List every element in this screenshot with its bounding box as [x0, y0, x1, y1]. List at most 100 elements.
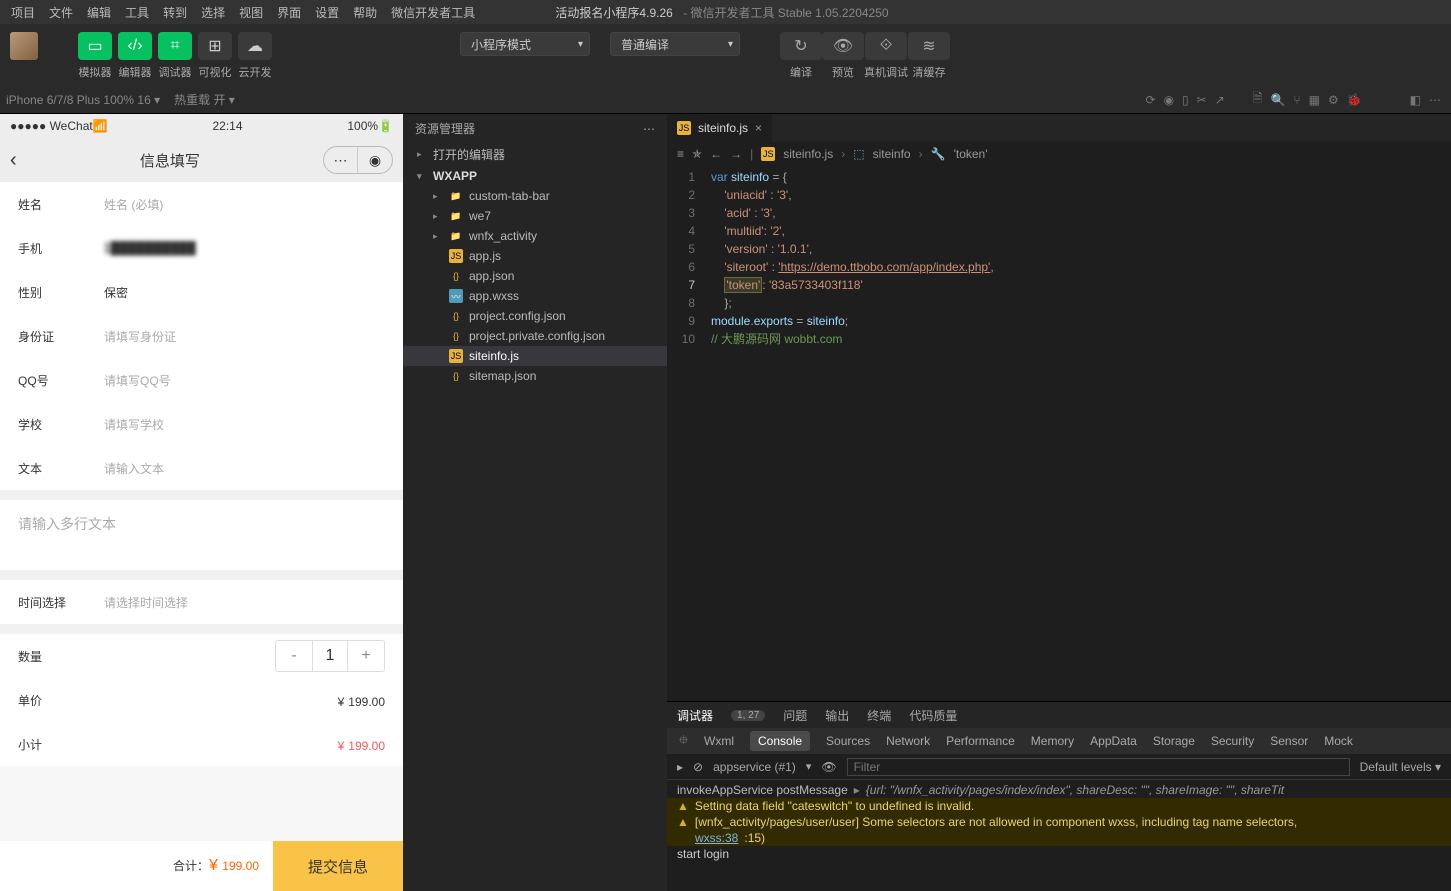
more-icon[interactable]: ⋯	[1429, 93, 1441, 107]
search-icon[interactable]: 🔍	[1270, 93, 1285, 107]
quantity-stepper[interactable]: -1+	[275, 640, 385, 672]
detach-icon[interactable]: ↗	[1215, 93, 1225, 107]
file-item[interactable]: {}sitemap.json	[403, 366, 667, 386]
device-icon[interactable]: ▯	[1182, 93, 1189, 107]
refresh-icon[interactable]: ⟳	[1146, 93, 1156, 107]
crumb[interactable]: 'token'	[954, 147, 988, 161]
tab-mock[interactable]: Mock	[1324, 734, 1353, 748]
field-text[interactable]: 文本请输入文本	[0, 446, 403, 490]
crumb[interactable]: siteinfo	[873, 147, 911, 161]
menu-item[interactable]: 工具	[118, 4, 156, 21]
tab-problems[interactable]: 问题	[783, 707, 807, 724]
levels-select[interactable]: Default levels ▾	[1360, 760, 1441, 774]
field-qq[interactable]: QQ号请填写QQ号	[0, 358, 403, 402]
close-tab-icon[interactable]: ×	[755, 121, 762, 135]
nav-fwd-icon[interactable]: →	[730, 147, 742, 161]
bug-icon[interactable]: 🐞	[1347, 93, 1362, 107]
menu-item[interactable]: 视图	[232, 4, 270, 21]
code-content[interactable]: var siteinfo = { 'uniacid' : '3', 'acid'…	[711, 166, 1451, 701]
editor-button[interactable]: ‹/›编辑器	[118, 32, 152, 80]
bookmark-icon[interactable]: ✯	[692, 147, 702, 161]
file-item[interactable]: {}project.private.config.json	[403, 326, 667, 346]
tab-storage[interactable]: Storage	[1153, 734, 1195, 748]
tab-quality[interactable]: 代码质量	[909, 707, 957, 724]
device-select[interactable]: iPhone 6/7/8 Plus 100% 16 ▾	[6, 93, 160, 107]
clear-icon[interactable]: ⊘	[693, 760, 703, 774]
debugger-button[interactable]: ⌗调试器	[158, 32, 192, 80]
record-icon[interactable]: ◉	[1164, 93, 1174, 107]
field-time[interactable]: 时间选择请选择时间选择	[0, 580, 403, 624]
tab-wxml[interactable]: Wxml	[704, 734, 734, 748]
mode-select[interactable]: 小程序模式	[460, 32, 590, 56]
code-editor[interactable]: 12345678910 var siteinfo = { 'uniacid' :…	[667, 166, 1451, 701]
tool-icon[interactable]: ⚙	[1328, 93, 1339, 107]
tab-memory[interactable]: Memory	[1031, 734, 1074, 748]
field-name[interactable]: 姓名姓名 (必填)	[0, 182, 403, 226]
file-item[interactable]: {}project.config.json	[403, 306, 667, 326]
split-icon[interactable]: ◧	[1410, 93, 1421, 107]
simulator-button[interactable]: ▭模拟器	[78, 32, 112, 80]
nav-back-icon[interactable]: ←	[710, 147, 722, 161]
list-icon[interactable]: ≡	[677, 147, 684, 161]
cloud-button[interactable]: ☁云开发	[238, 32, 272, 80]
file-item[interactable]: JSapp.js	[403, 246, 667, 266]
menu-item[interactable]: 项目	[4, 4, 42, 21]
ext-icon[interactable]: ▦	[1309, 93, 1320, 107]
menu-item[interactable]: 微信开发者工具	[384, 4, 482, 21]
folder-item[interactable]: ▸📁custom-tab-bar	[403, 186, 667, 206]
real-debug-button[interactable]: ⟐真机调试	[864, 32, 908, 80]
crumb[interactable]: siteinfo.js	[783, 147, 833, 161]
tab-debugger[interactable]: 调试器	[677, 707, 713, 724]
capsule-button[interactable]: ⋯◉	[323, 146, 393, 174]
clear-cache-button[interactable]: ≋清缓存	[908, 32, 950, 80]
plus-button[interactable]: +	[348, 641, 384, 671]
file-item-selected[interactable]: JSsiteinfo.js	[403, 346, 667, 366]
tab-sensor[interactable]: Sensor	[1270, 734, 1308, 748]
field-school[interactable]: 学校请填写学校	[0, 402, 403, 446]
play-icon[interactable]: ▸	[677, 760, 683, 774]
project-root[interactable]: ▾WXAPP	[403, 166, 667, 186]
menu-item[interactable]: 选择	[194, 4, 232, 21]
visual-button[interactable]: ⊞可视化	[198, 32, 232, 80]
close-icon[interactable]: ◉	[358, 147, 392, 173]
field-multiline[interactable]: 请输入多行文本	[0, 500, 403, 570]
eye-icon[interactable]: 👁	[821, 760, 836, 774]
tab-output[interactable]: 输出	[825, 707, 849, 724]
context-select[interactable]: appservice (#1)	[713, 760, 796, 774]
menu-item[interactable]: 设置	[308, 4, 346, 21]
folder-item[interactable]: ▸📁we7	[403, 206, 667, 226]
compile-select[interactable]: 普通编译	[610, 32, 740, 56]
submit-button[interactable]: 提交信息	[273, 841, 403, 891]
field-gender[interactable]: 性别保密	[0, 270, 403, 314]
project-avatar[interactable]	[10, 32, 38, 60]
console-output[interactable]: invokeAppService postMessage▸{url: "/wnf…	[667, 780, 1451, 891]
minus-button[interactable]: -	[276, 641, 312, 671]
tab-performance[interactable]: Performance	[946, 734, 1015, 748]
hot-reload-select[interactable]: 热重载 开 ▾	[174, 91, 235, 108]
inspect-icon[interactable]: ⯐	[679, 731, 688, 752]
preview-button[interactable]: 👁预览	[822, 32, 864, 80]
compile-button[interactable]: ↻编译	[780, 32, 822, 80]
menu-item[interactable]: 界面	[270, 4, 308, 21]
tab-sources[interactable]: Sources	[826, 734, 870, 748]
file-item[interactable]: {}app.json	[403, 266, 667, 286]
tab-network[interactable]: Network	[886, 734, 930, 748]
tab-appdata[interactable]: AppData	[1090, 734, 1137, 748]
folder-item[interactable]: ▸📁wnfx_activity	[403, 226, 667, 246]
cut-icon[interactable]: ✂	[1197, 93, 1207, 107]
menu-item[interactable]: 转到	[156, 4, 194, 21]
menu-item[interactable]: 编辑	[80, 4, 118, 21]
field-phone[interactable]: 手机1██████████	[0, 226, 403, 270]
branch-icon[interactable]: ⑂	[1293, 93, 1300, 107]
file-item[interactable]: 〰app.wxss	[403, 286, 667, 306]
field-id[interactable]: 身份证请填写身份证	[0, 314, 403, 358]
menu-icon[interactable]: ⋯	[324, 147, 358, 173]
open-editors[interactable]: ▸打开的编辑器	[403, 143, 667, 166]
filter-input[interactable]	[847, 758, 1350, 776]
editor-tab[interactable]: JSsiteinfo.js×	[667, 114, 772, 142]
tab-terminal[interactable]: 终端	[867, 707, 891, 724]
tab-security[interactable]: Security	[1211, 734, 1254, 748]
more-icon[interactable]: ⋯	[643, 122, 655, 136]
menu-item[interactable]: 帮助	[346, 4, 384, 21]
files-icon[interactable]: 🗎	[1253, 89, 1263, 110]
